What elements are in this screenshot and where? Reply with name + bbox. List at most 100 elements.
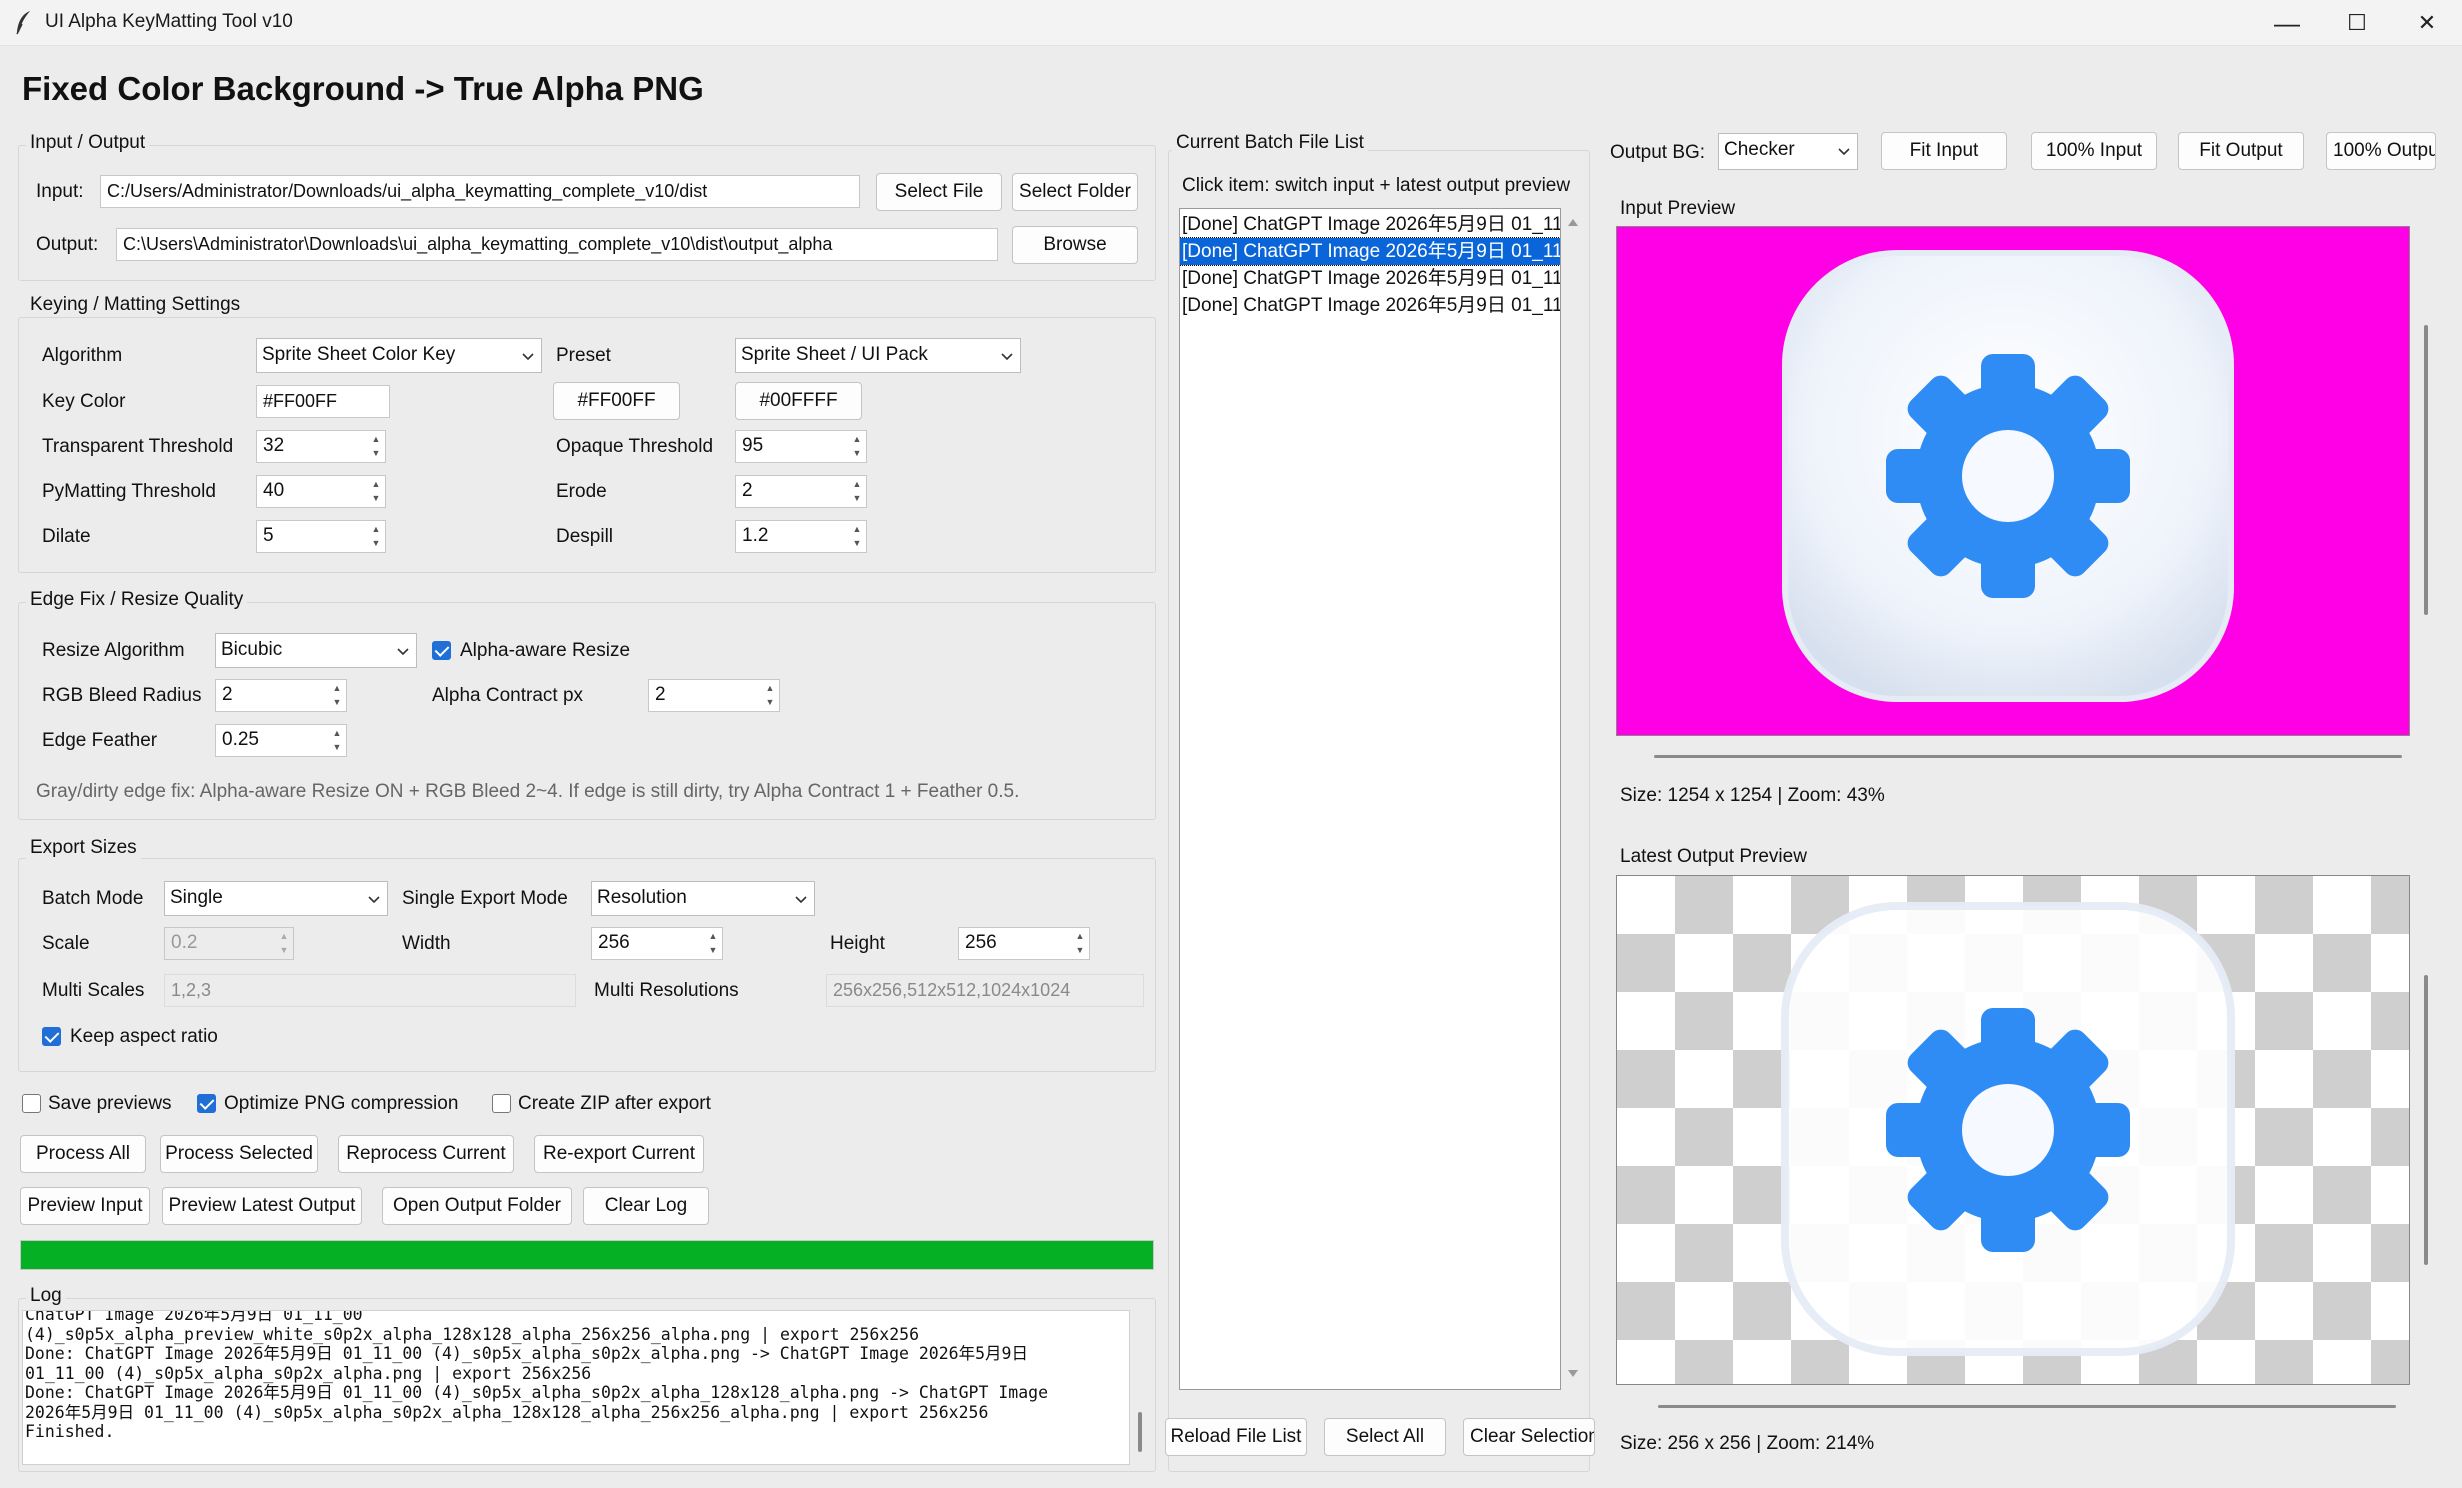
fit-output-button[interactable]: Fit Output [2178, 132, 2304, 170]
height-label: Height [830, 933, 885, 954]
spin-up-icon[interactable]: ▲ [763, 681, 777, 695]
spin-down-icon[interactable]: ▼ [850, 536, 864, 550]
save-previews-checkbox[interactable] [22, 1094, 41, 1113]
scroll-up-icon[interactable] [1566, 216, 1580, 228]
output-preview-canvas[interactable] [1616, 875, 2410, 1385]
clear-log-button[interactable]: Clear Log [583, 1187, 709, 1225]
reload-file-list-button[interactable]: Reload File List [1165, 1418, 1307, 1456]
spin-up-icon[interactable]: ▲ [850, 432, 864, 446]
create-zip-checkbox[interactable] [492, 1094, 511, 1113]
clear-selection-button[interactable]: Clear Selection [1463, 1418, 1595, 1456]
batch-file-listbox[interactable]: [Done] ChatGPT Image 2026年5月9日 01_11 [Do… [1179, 208, 1561, 1390]
spin-up-icon: ▲ [279, 931, 289, 941]
spin-up-icon[interactable]: ▲ [330, 726, 344, 740]
alpha-contract-spinbox[interactable]: 2 ▲ ▼ [648, 679, 780, 712]
batch-list-scrollbar[interactable] [1563, 208, 1583, 1390]
edge-feather-spinbox[interactable]: 0.25 ▲ ▼ [215, 724, 347, 757]
keep-aspect-checkbox[interactable] [42, 1027, 61, 1046]
height-spinbox[interactable]: 256 ▲ ▼ [958, 927, 1090, 960]
spin-up-icon[interactable]: ▲ [1073, 929, 1087, 943]
select-folder-button[interactable]: Select Folder [1012, 173, 1138, 211]
pymatting-threshold-spinbox[interactable]: 40 ▲ ▼ [256, 475, 386, 508]
preset-select[interactable]: Sprite Sheet / UI Pack [735, 338, 1021, 373]
erode-spinbox[interactable]: 2 ▲ ▼ [735, 475, 867, 508]
spin-up-icon[interactable]: ▲ [369, 522, 383, 536]
fit-input-button[interactable]: Fit Input [1881, 132, 2007, 170]
input-preview-vscroll[interactable] [2424, 325, 2428, 615]
spin-up-icon[interactable]: ▲ [369, 432, 383, 446]
preset-color-magenta-button[interactable]: #FF00FF [553, 382, 680, 420]
spin-down-icon[interactable]: ▼ [369, 491, 383, 505]
create-zip-label: Create ZIP after export [518, 1093, 711, 1114]
width-spinbox[interactable]: 256 ▲ ▼ [591, 927, 723, 960]
input-preview-info: Size: 1254 x 1254 | Zoom: 43% [1620, 785, 1885, 806]
output-preview-hscroll[interactable] [1658, 1405, 2396, 1408]
resize-algorithm-select[interactable]: Bicubic [215, 633, 417, 668]
input-preview-hscroll[interactable] [1654, 755, 2402, 758]
spin-down-icon[interactable]: ▼ [330, 740, 344, 754]
output-100-button[interactable]: 100% Output [2326, 132, 2436, 170]
spin-down-icon[interactable]: ▼ [330, 695, 344, 709]
algorithm-select[interactable]: Sprite Sheet Color Key [256, 338, 542, 373]
alpha-aware-resize-checkbox[interactable] [432, 641, 451, 660]
maximize-button[interactable]: ☐ [2322, 0, 2392, 46]
reexport-current-button[interactable]: Re-export Current [534, 1135, 704, 1173]
output-path-field[interactable]: C:\Users\Administrator\Downloads\ui_alph… [116, 228, 998, 261]
spin-down-icon[interactable]: ▼ [763, 695, 777, 709]
spin-down-icon[interactable]: ▼ [1073, 943, 1087, 957]
browse-button[interactable]: Browse [1012, 226, 1138, 264]
keying-group-label: Keying / Matting Settings [26, 294, 245, 316]
spin-up-icon[interactable]: ▲ [850, 477, 864, 491]
rgb-bleed-spinbox[interactable]: 2 ▲ ▼ [215, 679, 347, 712]
spin-up-icon[interactable]: ▲ [706, 929, 720, 943]
spin-up-icon[interactable]: ▲ [369, 477, 383, 491]
input-path-field[interactable]: C:/Users/Administrator/Downloads/ui_alph… [100, 175, 860, 208]
input-100-button[interactable]: 100% Input [2031, 132, 2157, 170]
list-item[interactable]: [Done] ChatGPT Image 2026年5月9日 01_11 [1180, 211, 1560, 238]
reprocess-current-button[interactable]: Reprocess Current [338, 1135, 514, 1173]
spin-up-icon[interactable]: ▲ [330, 681, 344, 695]
process-selected-button[interactable]: Process Selected [160, 1135, 318, 1173]
key-color-field[interactable]: #FF00FF [256, 385, 390, 418]
process-all-button[interactable]: Process All [20, 1135, 146, 1173]
optimize-png-checkbox[interactable] [197, 1094, 216, 1113]
log-area[interactable]: ChatGPT Image 2026年5月9日 01_11_00 (4)_s0p… [22, 1310, 1130, 1465]
select-all-button[interactable]: Select All [1324, 1418, 1446, 1456]
list-item[interactable]: [Done] ChatGPT Image 2026年5月9日 01_11 [1180, 237, 1560, 266]
preset-color-cyan-button[interactable]: #00FFFF [735, 382, 862, 420]
close-button[interactable]: ✕ [2392, 0, 2462, 46]
spin-up-icon[interactable]: ▲ [850, 522, 864, 536]
opaque-threshold-spinbox[interactable]: 95 ▲ ▼ [735, 430, 867, 463]
width-label: Width [402, 933, 451, 954]
preview-input-button[interactable]: Preview Input [20, 1187, 150, 1225]
spin-down-icon[interactable]: ▼ [369, 446, 383, 460]
rgb-bleed-value: 2 [222, 684, 233, 705]
chevron-down-icon [522, 353, 534, 361]
edge-fix-group-label: Edge Fix / Resize Quality [26, 589, 248, 611]
dilate-spinbox[interactable]: 5 ▲ ▼ [256, 520, 386, 553]
despill-value: 1.2 [742, 525, 769, 546]
output-bg-select[interactable]: Checker [1718, 133, 1858, 170]
scale-spinbox: 0.2 ▲ ▼ [164, 927, 294, 960]
input-preview-canvas[interactable] [1616, 226, 2410, 736]
spin-down-icon[interactable]: ▼ [850, 491, 864, 505]
opaque-threshold-label: Opaque Threshold [556, 436, 714, 457]
minimize-button[interactable]: — [2252, 0, 2322, 46]
preview-latest-output-button[interactable]: Preview Latest Output [162, 1187, 362, 1225]
transparent-threshold-spinbox[interactable]: 32 ▲ ▼ [256, 430, 386, 463]
batch-mode-value: Single [170, 887, 223, 908]
chevron-down-icon [397, 648, 409, 656]
spin-down-icon[interactable]: ▼ [706, 943, 720, 957]
list-item[interactable]: [Done] ChatGPT Image 2026年5月9日 01_11 [1180, 292, 1560, 319]
scroll-down-icon[interactable] [1566, 1368, 1580, 1380]
select-file-button[interactable]: Select File [876, 173, 1002, 211]
batch-mode-select[interactable]: Single [164, 881, 388, 916]
single-export-mode-select[interactable]: Resolution [591, 881, 815, 916]
spin-down-icon[interactable]: ▼ [369, 536, 383, 550]
despill-spinbox[interactable]: 1.2 ▲ ▼ [735, 520, 867, 553]
log-scrollbar[interactable] [1138, 1412, 1142, 1452]
spin-down-icon[interactable]: ▼ [850, 446, 864, 460]
open-output-folder-button[interactable]: Open Output Folder [382, 1187, 572, 1225]
output-preview-vscroll[interactable] [2424, 975, 2428, 1265]
list-item[interactable]: [Done] ChatGPT Image 2026年5月9日 01_11 [1180, 265, 1560, 292]
